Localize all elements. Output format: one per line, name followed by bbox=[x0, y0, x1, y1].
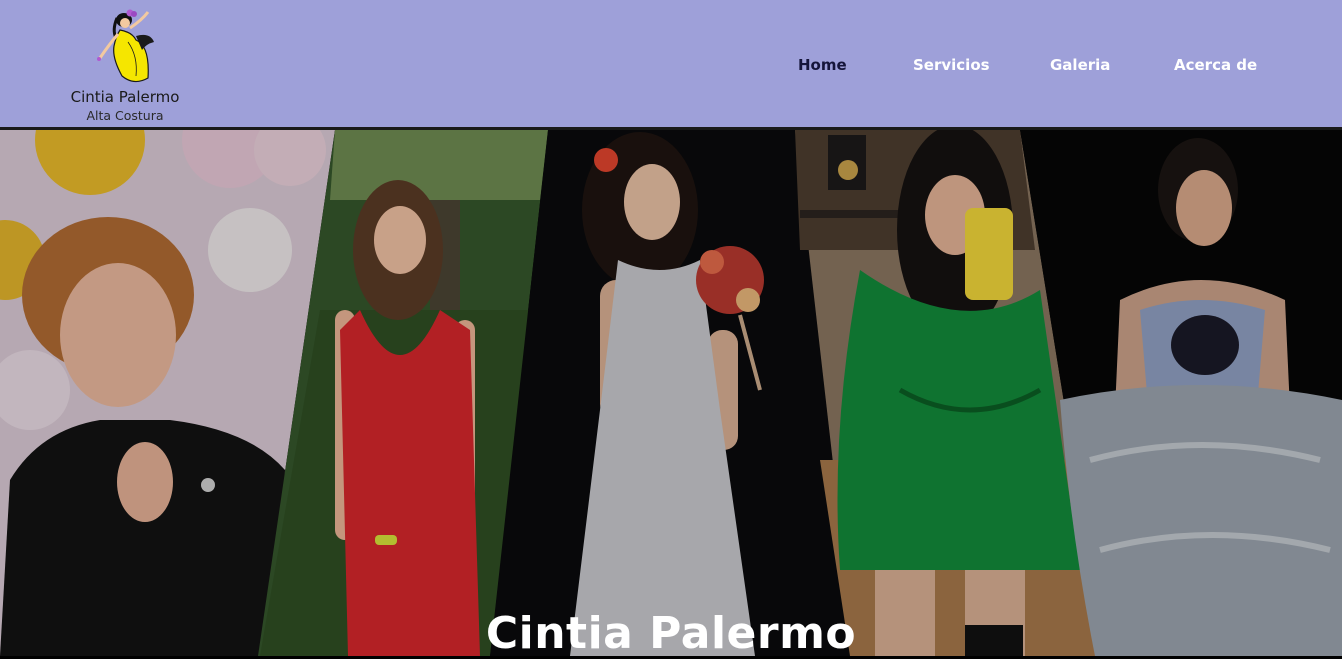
brand-subtitle: Alta Costura bbox=[86, 108, 164, 123]
hero-banner bbox=[0, 130, 1342, 656]
nav-servicios[interactable]: Servicios bbox=[913, 56, 990, 74]
nav-acerca-de[interactable]: Acerca de bbox=[1174, 56, 1257, 74]
main-nav: Home Servicios Galeria Acerca de bbox=[0, 56, 1342, 78]
hero-title: Cintia Palermo bbox=[485, 608, 857, 659]
brand-name: Cintia Palermo bbox=[70, 88, 180, 106]
hero-collage bbox=[0, 130, 1342, 656]
nav-home[interactable]: Home bbox=[798, 56, 847, 74]
nav-galeria[interactable]: Galeria bbox=[1050, 56, 1110, 74]
site-header: Cintia Palermo Alta Costura Home Servici… bbox=[0, 0, 1342, 130]
